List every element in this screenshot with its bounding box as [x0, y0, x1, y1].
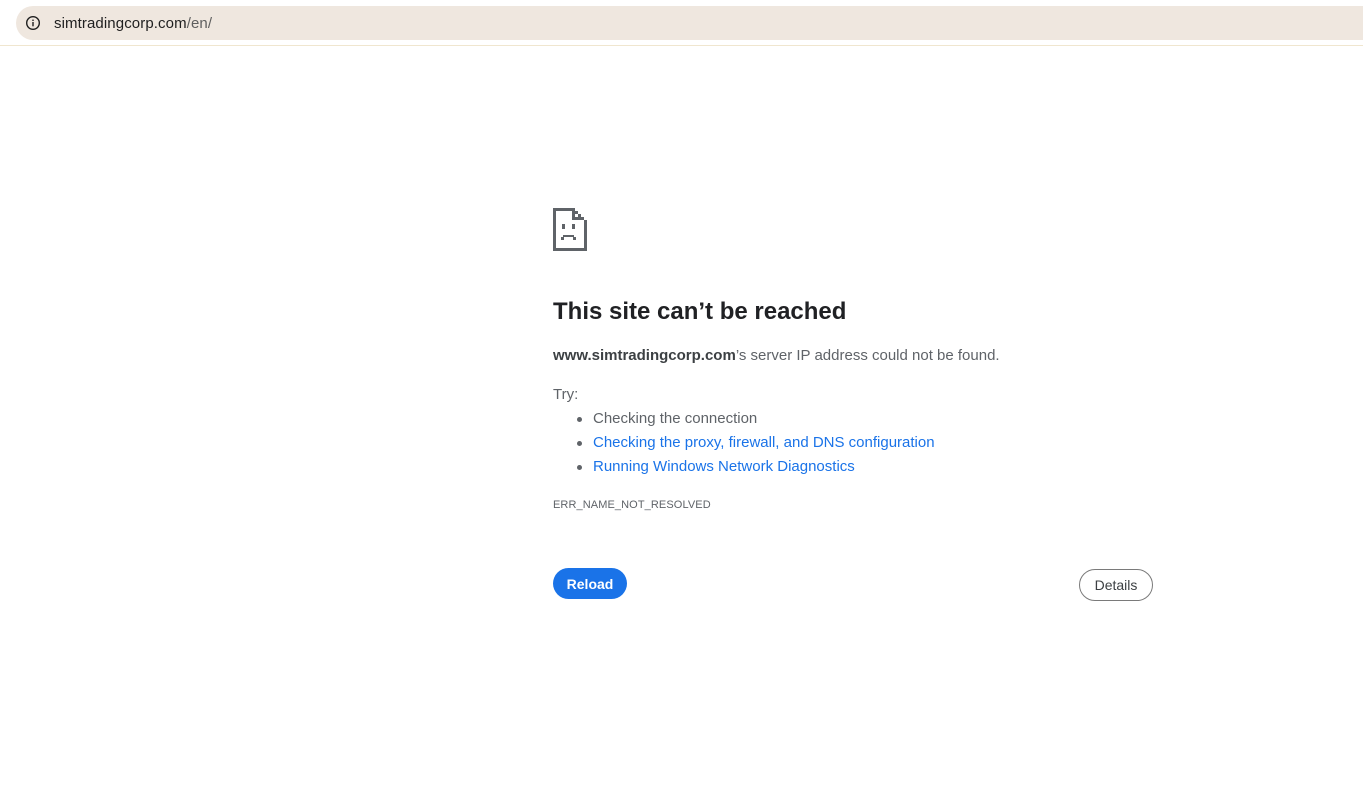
- url-text[interactable]: simtradingcorp.com/en/: [54, 15, 212, 32]
- url-host: simtradingcorp.com: [54, 14, 187, 32]
- reload-button[interactable]: Reload: [553, 568, 627, 599]
- info-icon[interactable]: [19, 9, 47, 37]
- network-diagnostics-link[interactable]: Running Windows Network Diagnostics: [593, 458, 855, 475]
- error-host: www.simtradingcorp.com: [553, 347, 736, 364]
- suggestion-label: Checking the connection: [593, 410, 758, 427]
- suggestion-check-connection: Checking the connection: [577, 408, 935, 432]
- error-code: ERR_NAME_NOT_RESOLVED: [553, 499, 711, 511]
- error-title: This site can’t be reached: [553, 298, 847, 325]
- address-bar[interactable]: simtradingcorp.com/en/: [16, 6, 1363, 40]
- try-label: Try:: [553, 386, 579, 403]
- suggestion-check-proxy: Checking the proxy, firewall, and DNS co…: [577, 432, 935, 456]
- check-proxy-link[interactable]: Checking the proxy, firewall, and DNS co…: [593, 434, 935, 451]
- error-message: ’s server IP address could not be found.: [735, 347, 1000, 364]
- details-button[interactable]: Details: [1079, 569, 1153, 601]
- url-path: /en/: [186, 14, 213, 32]
- error-description: www.simtradingcorp.com’s server IP addre…: [553, 347, 1000, 364]
- suggestions-list: Checking the connection Checking the pro…: [553, 408, 935, 480]
- suggestion-network-diagnostics: Running Windows Network Diagnostics: [577, 456, 935, 480]
- sad-page-icon: [553, 208, 587, 251]
- browser-toolbar: simtradingcorp.com/en/: [0, 0, 1363, 46]
